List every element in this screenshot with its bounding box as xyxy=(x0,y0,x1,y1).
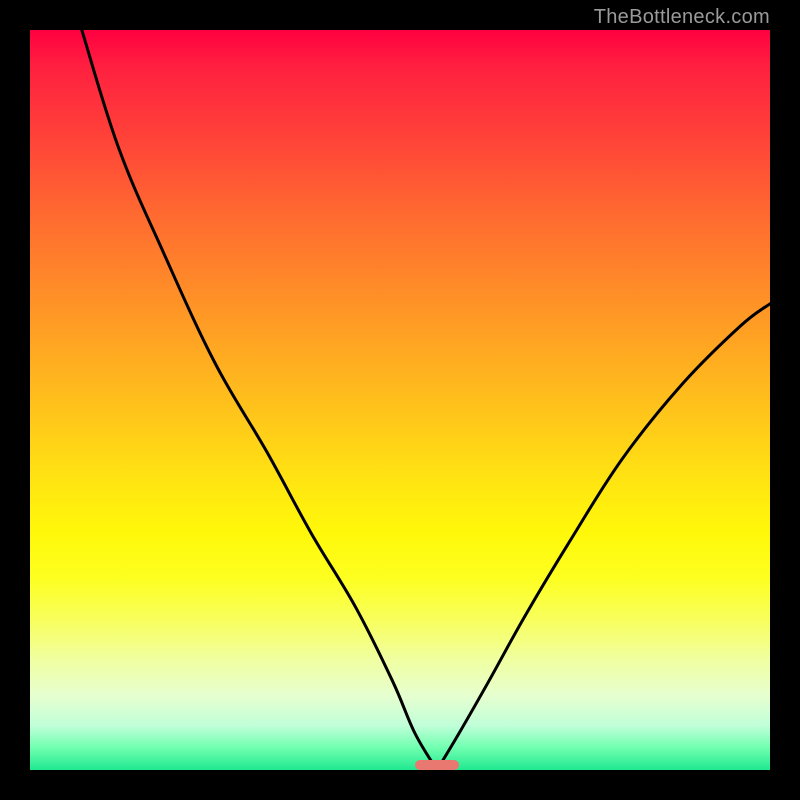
plot-area xyxy=(30,30,770,770)
chart-frame: TheBottleneck.com xyxy=(0,0,800,800)
right-branch-path xyxy=(437,304,770,770)
left-branch-path xyxy=(82,30,437,770)
watermark-text: TheBottleneck.com xyxy=(594,6,770,29)
curve-svg xyxy=(30,30,770,770)
bottleneck-marker xyxy=(415,760,459,770)
